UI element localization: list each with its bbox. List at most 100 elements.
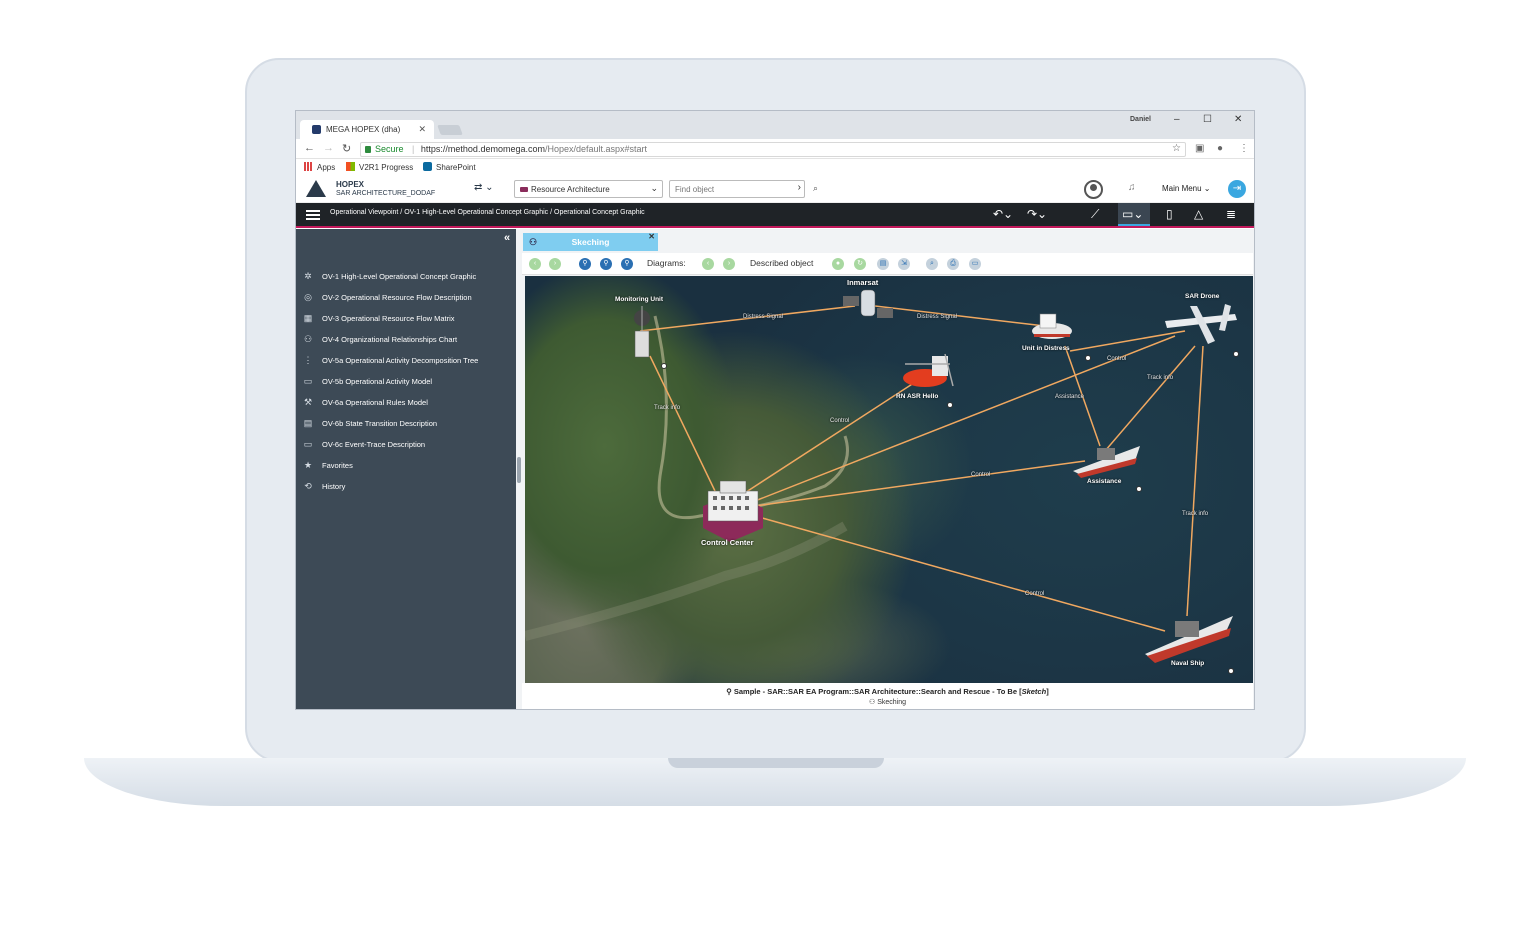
main-menu-button[interactable]: Main Menu ⌄ <box>1162 184 1211 193</box>
diagram-canvas[interactable]: Monitoring Unit Inmarsat Unit in Distres… <box>525 276 1253 683</box>
link-tool-1-icon[interactable]: ⚲ <box>579 258 591 270</box>
sidebar-item-label: OV-4 Organizational Relationships Chart <box>322 335 458 344</box>
bookmark-v2r1[interactable]: V2R1 Progress <box>346 162 413 172</box>
node-unit-in-distress[interactable]: Unit in Distress <box>1022 345 1070 352</box>
bell-icon[interactable]: ♫ <box>1128 182 1136 193</box>
back-arrow-icon[interactable]: ← <box>304 142 315 154</box>
url-field[interactable]: Secure | https://method.demomega.com/Hop… <box>360 142 1186 157</box>
node-monitoring-unit[interactable]: Monitoring Unit <box>615 296 663 303</box>
object-marker-icon[interactable] <box>1233 351 1239 357</box>
browser-tab-title: MEGA HOPEX (dha) <box>326 125 401 134</box>
workspace-dropdown[interactable]: Resource Architecture ⌄ <box>514 180 663 198</box>
object-marker-icon[interactable] <box>1085 355 1091 361</box>
node-rn-asr-hello[interactable]: RN ASR Hello <box>896 393 938 400</box>
search-icon[interactable]: ⌕ <box>813 183 818 194</box>
link-control-naval <box>754 515 1166 632</box>
naval-ship-shape <box>1145 616 1233 663</box>
sidebar-item-label: Favorites <box>322 461 353 470</box>
export-icon[interactable]: ⇲ <box>898 258 910 270</box>
node-naval-ship[interactable]: Naval Ship <box>1171 660 1204 667</box>
link-distress-drone <box>1069 330 1186 352</box>
described-object-icon[interactable]: ● <box>832 258 844 270</box>
node-inmarsat[interactable]: Inmarsat <box>847 278 878 287</box>
diagram-prev-icon[interactable]: ‹ <box>702 258 714 270</box>
apps-grid-icon <box>304 162 313 171</box>
properties-icon[interactable]: ▤ <box>877 258 889 270</box>
report-icon[interactable]: ≣ <box>1226 207 1236 221</box>
event-trace-icon: ▭ <box>303 439 313 449</box>
new-tab-button[interactable] <box>437 125 463 135</box>
node-control-center[interactable]: Control Center <box>701 538 754 547</box>
sidebar: « ✲ OV-1 High-Level Operational Concept G… <box>296 229 516 709</box>
land-texture-shape <box>525 521 848 641</box>
object-marker-icon[interactable] <box>1228 668 1234 674</box>
bookmark-star-icon[interactable]: ☆ <box>1172 143 1181 154</box>
diagram-tab-icon: ⚇ <box>529 237 538 247</box>
node-assistance[interactable]: Assistance <box>1087 478 1121 485</box>
print-icon[interactable]: ⎙ <box>947 258 959 270</box>
hopex-logo-icon <box>306 180 326 197</box>
collapse-sidebar-icon[interactable]: « <box>504 232 510 244</box>
diagram-panel: ⚇ Skeching ✕ ‹ › ⚲ ⚲ ⚲ Diagrams: ‹ › Des… <box>522 229 1254 709</box>
minimize-icon[interactable]: – <box>1174 114 1180 125</box>
link-tool-3-icon[interactable]: ⚲ <box>621 258 633 270</box>
activity-chart-icon[interactable]: ⟋ <box>1091 207 1099 222</box>
url-host: https://method.demomega.com <box>420 144 545 154</box>
zoom-icon[interactable]: ⌕ <box>926 258 938 270</box>
user-avatar[interactable] <box>1084 180 1103 199</box>
redo-icon[interactable]: ↷⌄ <box>1027 207 1047 221</box>
bookmark-sharepoint[interactable]: SharePoint <box>423 162 476 172</box>
close-tab-icon[interactable]: ✕ <box>418 124 426 135</box>
architecture-icon <box>520 187 528 192</box>
go-arrow-icon[interactable]: › <box>798 182 801 193</box>
diagram-toolbar: Operational Viewpoint / OV-1 High-Level … <box>296 203 1254 228</box>
logout-icon[interactable]: ⇥ <box>1228 180 1246 198</box>
caption-title-end: ] <box>1046 687 1049 696</box>
extension-icon[interactable]: ▣ <box>1195 143 1204 154</box>
url-separator: | <box>412 144 415 154</box>
undo-icon[interactable]: ↶⌄ <box>993 207 1013 221</box>
object-marker-icon[interactable] <box>1136 486 1142 492</box>
reload-icon[interactable]: ↻ <box>342 142 351 155</box>
refresh-icon[interactable]: ↻ <box>854 258 866 270</box>
forward-arrow-icon[interactable]: → <box>323 142 334 154</box>
app-name: HOPEX <box>336 180 365 189</box>
object-marker-icon[interactable] <box>661 363 667 369</box>
diagram-svg <box>525 289 1237 663</box>
document-icon[interactable]: ▯ <box>1166 207 1173 221</box>
caption-subtitle-text: Skeching <box>877 699 907 706</box>
bookmark-sharepoint-label: SharePoint <box>436 163 476 172</box>
object-marker-icon[interactable] <box>947 402 953 408</box>
find-object-input[interactable]: Find object › <box>669 180 805 198</box>
maximize-icon[interactable]: ☐ <box>1203 114 1212 125</box>
swap-arrows-icon[interactable]: ⇄ ⌄ <box>474 182 494 193</box>
close-tab-icon[interactable]: ✕ <box>648 228 655 246</box>
app-header: HOPEX SAR ARCHITECTURE_DODAF ⇄ ⌄ Resourc… <box>296 176 1254 203</box>
gavel-icon: ⚒ <box>303 397 313 407</box>
coastline-shape <box>653 315 849 520</box>
edge-label-track-info: Track info <box>654 405 681 411</box>
back-green-icon[interactable]: ‹ <box>529 258 541 270</box>
network-icon[interactable]: △ <box>1194 207 1203 221</box>
diagram-next-icon[interactable]: › <box>723 258 735 270</box>
edge-label-control: Control <box>830 418 850 424</box>
bookmark-apps[interactable]: Apps <box>304 162 335 172</box>
hamburger-menu-icon[interactable] <box>306 210 320 220</box>
link-tool-2-icon[interactable]: ⚲ <box>600 258 612 270</box>
workspace-value: Resource Architecture <box>531 185 610 194</box>
forward-green-icon[interactable]: › <box>549 258 561 270</box>
browser-menu-icon[interactable]: ⋮ <box>1239 143 1249 154</box>
bookmark-apps-label: Apps <box>317 163 336 172</box>
caption-diagram-icon: ⚲ <box>726 687 734 696</box>
profile-dot-icon[interactable]: ● <box>1217 143 1223 154</box>
window-user-name: Daniel <box>1130 116 1152 123</box>
close-window-icon[interactable]: ✕ <box>1234 114 1242 125</box>
node-sar-drone[interactable]: SAR Drone <box>1185 293 1219 300</box>
address-bar: ← → ↻ Secure | https://method.demomega.c… <box>296 139 1254 159</box>
history-icon: ⟲ <box>304 481 312 491</box>
browser-tab[interactable]: MEGA HOPEX (dha) ✕ <box>300 120 434 139</box>
edge-label-distress-signal: Distress Signal <box>743 314 784 320</box>
tab-skeching[interactable]: ⚇ Skeching ✕ <box>523 232 658 251</box>
monitor-icon[interactable]: ▭⌄ <box>1122 207 1143 221</box>
image-icon[interactable]: ▭ <box>969 258 981 270</box>
